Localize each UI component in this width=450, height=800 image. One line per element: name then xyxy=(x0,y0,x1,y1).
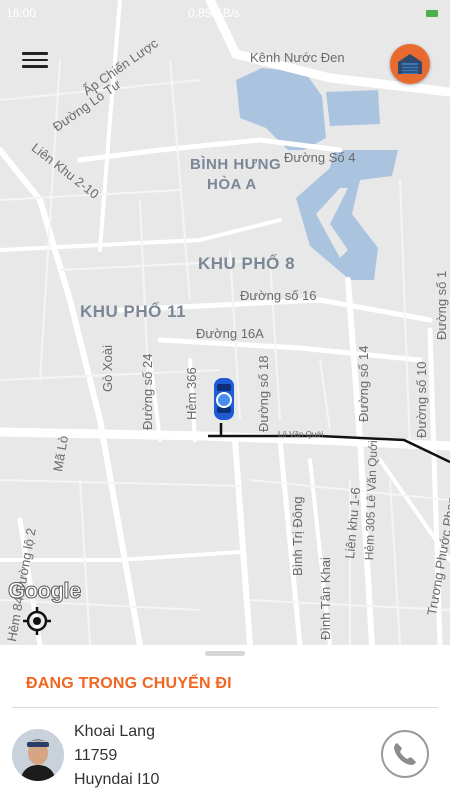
menu-bar xyxy=(22,52,48,55)
street-label: Đường Số 4 xyxy=(284,150,356,165)
street-label: Đường số 24 xyxy=(140,353,155,431)
road xyxy=(79,479,91,645)
road xyxy=(319,359,331,431)
street-label: Đường 16A xyxy=(196,326,264,341)
driver-vehicle: Huyndai I10 xyxy=(74,771,160,788)
street-label: Đường số 16 xyxy=(240,288,317,303)
hamburger-menu-icon[interactable] xyxy=(22,48,48,70)
street-label: Kênh Nước Đen xyxy=(250,50,345,65)
map-canvas[interactable] xyxy=(0,0,450,645)
road xyxy=(232,437,253,645)
district-label: HÒA A xyxy=(207,176,257,193)
street-label: Đường số 18 xyxy=(256,355,271,433)
driver-name: Khoai Lang xyxy=(74,723,155,740)
road xyxy=(0,550,242,562)
sheet-drag-handle[interactable] xyxy=(205,651,245,656)
garage-icon xyxy=(398,54,422,74)
status-bar: 16:00 0,85 KB/s xyxy=(0,0,450,24)
status-time: 16:00 xyxy=(6,6,37,20)
street-label: Đường số 1 xyxy=(434,270,449,340)
district-label: BÌNH HƯNG xyxy=(190,156,282,173)
driver-id: 11759 xyxy=(74,747,118,764)
my-location-icon[interactable] xyxy=(22,606,52,636)
water-area xyxy=(326,90,380,126)
road xyxy=(98,0,122,252)
road xyxy=(0,218,282,252)
call-button[interactable] xyxy=(381,730,429,778)
divider xyxy=(12,707,438,708)
battery-icon xyxy=(426,10,438,17)
water-area xyxy=(236,68,326,150)
district-label: KHU PHỐ 8 xyxy=(198,254,296,273)
road xyxy=(389,479,401,645)
avatar-image xyxy=(12,729,64,781)
street-label: Đường số 14 xyxy=(356,345,371,423)
car-marker-icon xyxy=(214,378,234,420)
district-label: KHU PHỐ 11 xyxy=(80,302,187,321)
street-label: Gò Xoài xyxy=(100,345,115,392)
phone-icon xyxy=(394,743,416,765)
network-speed: 0,85 KB/s xyxy=(188,6,241,20)
map-view[interactable]: BÌNH HƯNG HÒA A KHU PHỐ 8 KHU PHỐ 11 Kên… xyxy=(0,0,450,645)
road xyxy=(269,259,281,421)
street-label: Lê Văn Quới xyxy=(278,430,324,439)
menu-bar xyxy=(22,65,48,68)
garage-button[interactable] xyxy=(390,44,430,84)
street-label: Đường số 10 xyxy=(414,361,429,439)
trip-status: ĐANG TRONG CHUYẾN ĐI xyxy=(26,675,232,692)
street-label: Đình Tân Khai xyxy=(318,557,333,640)
street-label: Bình Trị Đông xyxy=(290,496,305,577)
road xyxy=(0,479,241,487)
water-area xyxy=(296,150,398,280)
google-logo: Google xyxy=(8,578,82,604)
driver-avatar[interactable] xyxy=(12,729,64,781)
menu-bar xyxy=(22,58,48,61)
road xyxy=(157,337,423,363)
trip-bottom-sheet: ĐANG TRONG CHUYẾN ĐI Khoai Lang 11759 Hu… xyxy=(0,645,450,800)
street-label: Hẻm 366 xyxy=(184,367,199,420)
